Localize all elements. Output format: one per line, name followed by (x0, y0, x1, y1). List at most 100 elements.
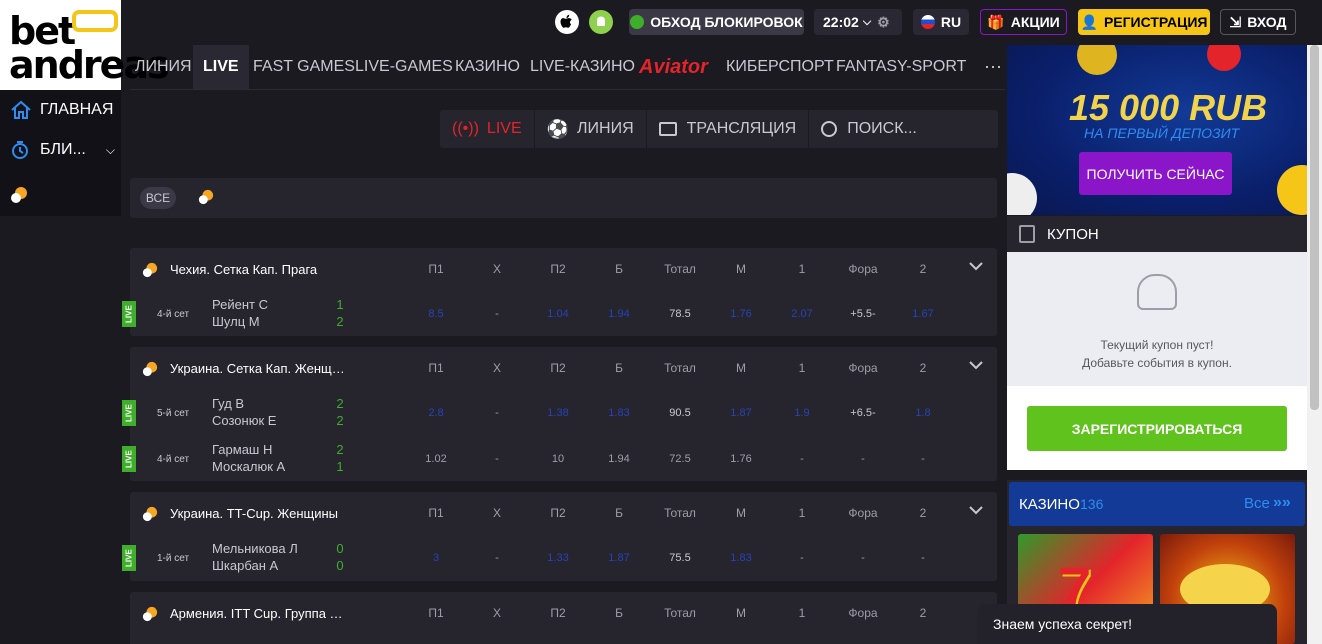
column-header: П2 (550, 506, 566, 520)
table-tennis-icon[interactable] (198, 189, 214, 205)
register-button[interactable]: 👤 РЕГИСТРАЦИЯ (1078, 9, 1210, 35)
search-input[interactable]: ПОИСК... (809, 110, 998, 148)
odd-cell[interactable]: 1.8 (903, 407, 943, 419)
set-label: 5-й сет (157, 408, 190, 419)
nav-live-games[interactable]: LIVE-GAMES (355, 45, 453, 89)
sidebar-item-label: ГЛАВНАЯ (40, 101, 114, 118)
filter-live[interactable]: ((•)) LIVE (440, 110, 535, 148)
double-chevron-right-icon[interactable]: »» (1273, 494, 1291, 512)
sidebar-item-table-tennis[interactable] (10, 186, 28, 204)
filter-broadcast[interactable]: ТРАНСЛЯЦИЯ (647, 110, 810, 148)
column-header: Фора (848, 361, 878, 375)
nav-casino[interactable]: КАЗИНО (455, 45, 520, 89)
odd-cell[interactable]: - (477, 453, 517, 465)
odd-cell[interactable]: 1.94 (599, 308, 639, 320)
odd-cell[interactable]: 10 (538, 453, 578, 465)
promo-get-now-button[interactable]: ПОЛУЧИТЬ СЕЙЧАС (1079, 152, 1232, 195)
brand-logo[interactable]: bet andreas (0, 0, 170, 90)
casino-all-link[interactable]: Все (1244, 495, 1270, 512)
odd-cell[interactable]: 1.04 (538, 308, 578, 320)
league-block: Чехия. Сетка Кап. Прага П1 Х П2 Б Тотал … (122, 248, 997, 338)
bypass-button[interactable]: ОБХОД БЛОКИРОВОК (629, 9, 804, 35)
nav-esports[interactable]: КИБЕРСПОРТ (726, 45, 834, 89)
odd-cell[interactable]: - (477, 407, 517, 419)
scrollbar-thumb[interactable] (1310, 45, 1319, 410)
odd-cell[interactable]: 1.02 (416, 453, 456, 465)
android-icon[interactable] (589, 10, 613, 34)
sidebar-item-home[interactable]: ГЛАВНАЯ (10, 100, 113, 120)
odd-cell[interactable]: 2.8 (416, 407, 456, 419)
league-header[interactable]: Чехия. Сетка Кап. Прага П1 Х П2 Б Тотал … (130, 248, 997, 292)
language-select[interactable]: RU (913, 9, 969, 35)
odd-cell[interactable]: 1.83 (599, 407, 639, 419)
login-button[interactable]: ⇲ ВХОД (1220, 9, 1296, 35)
odd-cell[interactable]: 1.67 (903, 308, 943, 320)
odd-cell[interactable]: - (903, 453, 943, 465)
logo-line2: andreas (9, 43, 170, 87)
sidebar-item-upcoming[interactable]: БЛИ... ⌵ (10, 140, 115, 160)
set-label: 4-й сет (157, 454, 190, 465)
column-header: 2 (919, 361, 927, 375)
promo-banner[interactable]: 15 000 RUB НА ПЕРВЫЙ ДЕПОЗИТ ПОЛУЧИТЬ СЕ… (1007, 45, 1307, 215)
casino-header[interactable]: КАЗИНО 136 Все »» (1009, 482, 1305, 526)
odd-cell[interactable]: 1.83 (721, 552, 761, 564)
league-name: Армения. ITT Cup. Группа В. ... (170, 606, 345, 621)
time-settings[interactable]: 22:02 ⌵ ⚙ (814, 9, 902, 35)
nav-line[interactable]: ЛИНИЯ (135, 45, 192, 89)
match-row[interactable]: LIVE 4-й сет Гармаш Н Москалюк А 2 1 1.0… (122, 437, 997, 483)
nav-aviator[interactable]: Aviator (639, 45, 708, 89)
login-icon: ⇲ (1229, 13, 1242, 30)
odd-cell[interactable]: 3 (416, 552, 456, 564)
odd-cell[interactable]: 1.33 (538, 552, 578, 564)
odd-cell[interactable]: - (782, 453, 822, 465)
odd-cell[interactable]: 1.76 (721, 453, 761, 465)
timer-icon (12, 141, 28, 159)
more-icon[interactable]: ⋯ (984, 45, 1002, 89)
league-name: Украина. Сетка Кап. Женщи... (170, 361, 345, 376)
odd-cell: 72.5 (669, 453, 691, 465)
chevron-down-icon[interactable] (969, 259, 983, 273)
league-header[interactable]: Украина. Сетка Кап. Женщи... П1 Х П2 Б Т… (130, 347, 997, 391)
chevron-down-icon[interactable] (969, 503, 983, 517)
odd-cell[interactable]: - (782, 552, 822, 564)
sport-all-chip[interactable]: ВСЕ (140, 187, 176, 209)
odd-cell[interactable]: - (477, 308, 517, 320)
promo-amount: 15 000 RUB (1069, 87, 1268, 128)
filter-line[interactable]: ⚽ ЛИНИЯ (535, 110, 647, 148)
promos-button[interactable]: 🎁 АКЦИИ (980, 9, 1067, 35)
column-header: Х (492, 606, 501, 620)
odd-cell[interactable]: 1.94 (599, 453, 639, 465)
chat-widget[interactable]: Знаем успеха секрет! (977, 604, 1277, 644)
chevron-down-icon[interactable] (969, 358, 983, 372)
odd-cell[interactable]: 1.9 (782, 407, 822, 419)
odd-cell[interactable]: 1.87 (599, 552, 639, 564)
column-header: М (736, 506, 746, 520)
league-header[interactable]: Украина. TT-Cup. Женщины П1 Х П2 Б Тотал… (130, 492, 997, 536)
odd-cell[interactable]: - (903, 552, 943, 564)
league-header[interactable]: Армения. ITT Cup. Группа В. ... П1 Х П2 … (130, 592, 997, 636)
user-icon: 👤 (1080, 13, 1098, 30)
match-row[interactable]: LIVE 4-й сет Рейент С Шулц М 1 2 8.5 - 1… (122, 292, 997, 338)
match-row[interactable]: LIVE 1-й сет Мельникова Л Шкарбан А 0 0 … (122, 536, 997, 582)
nav-live-casino[interactable]: LIVE-КАЗИНО (530, 45, 635, 89)
coupon-empty-icon (1137, 274, 1177, 310)
nav-fantasy-sport[interactable]: FANTASY-SPORT (836, 45, 966, 89)
odd-cell: - (861, 552, 865, 564)
odd-cell[interactable]: 2.07 (782, 308, 822, 320)
filter-live-label: LIVE (486, 120, 522, 137)
nav-fast-games[interactable]: FAST GAMES (253, 45, 355, 89)
match-row[interactable]: LIVE 5-й сет Гуд В Созонюк Е 2 2 2.8 - 1… (122, 391, 997, 437)
odd-cell[interactable]: 1.87 (721, 407, 761, 419)
odd-cell: 90.5 (669, 407, 691, 419)
league-block: Украина. Сетка Кап. Женщи... П1 Х П2 Б Т… (122, 347, 997, 483)
column-header: Х (492, 506, 501, 520)
odd-cell[interactable]: - (477, 552, 517, 564)
column-header: Тотал (664, 506, 696, 520)
soccer-ball-decor (1007, 173, 1037, 215)
odd-cell[interactable]: 8.5 (416, 308, 456, 320)
nav-live[interactable]: LIVE (193, 45, 249, 89)
odd-cell[interactable]: 1.38 (538, 407, 578, 419)
coupon-register-button[interactable]: ЗАРЕГИСТРИРОВАТЬСЯ (1027, 406, 1287, 451)
odd-cell[interactable]: 1.76 (721, 308, 761, 320)
apple-icon[interactable] (555, 10, 579, 34)
